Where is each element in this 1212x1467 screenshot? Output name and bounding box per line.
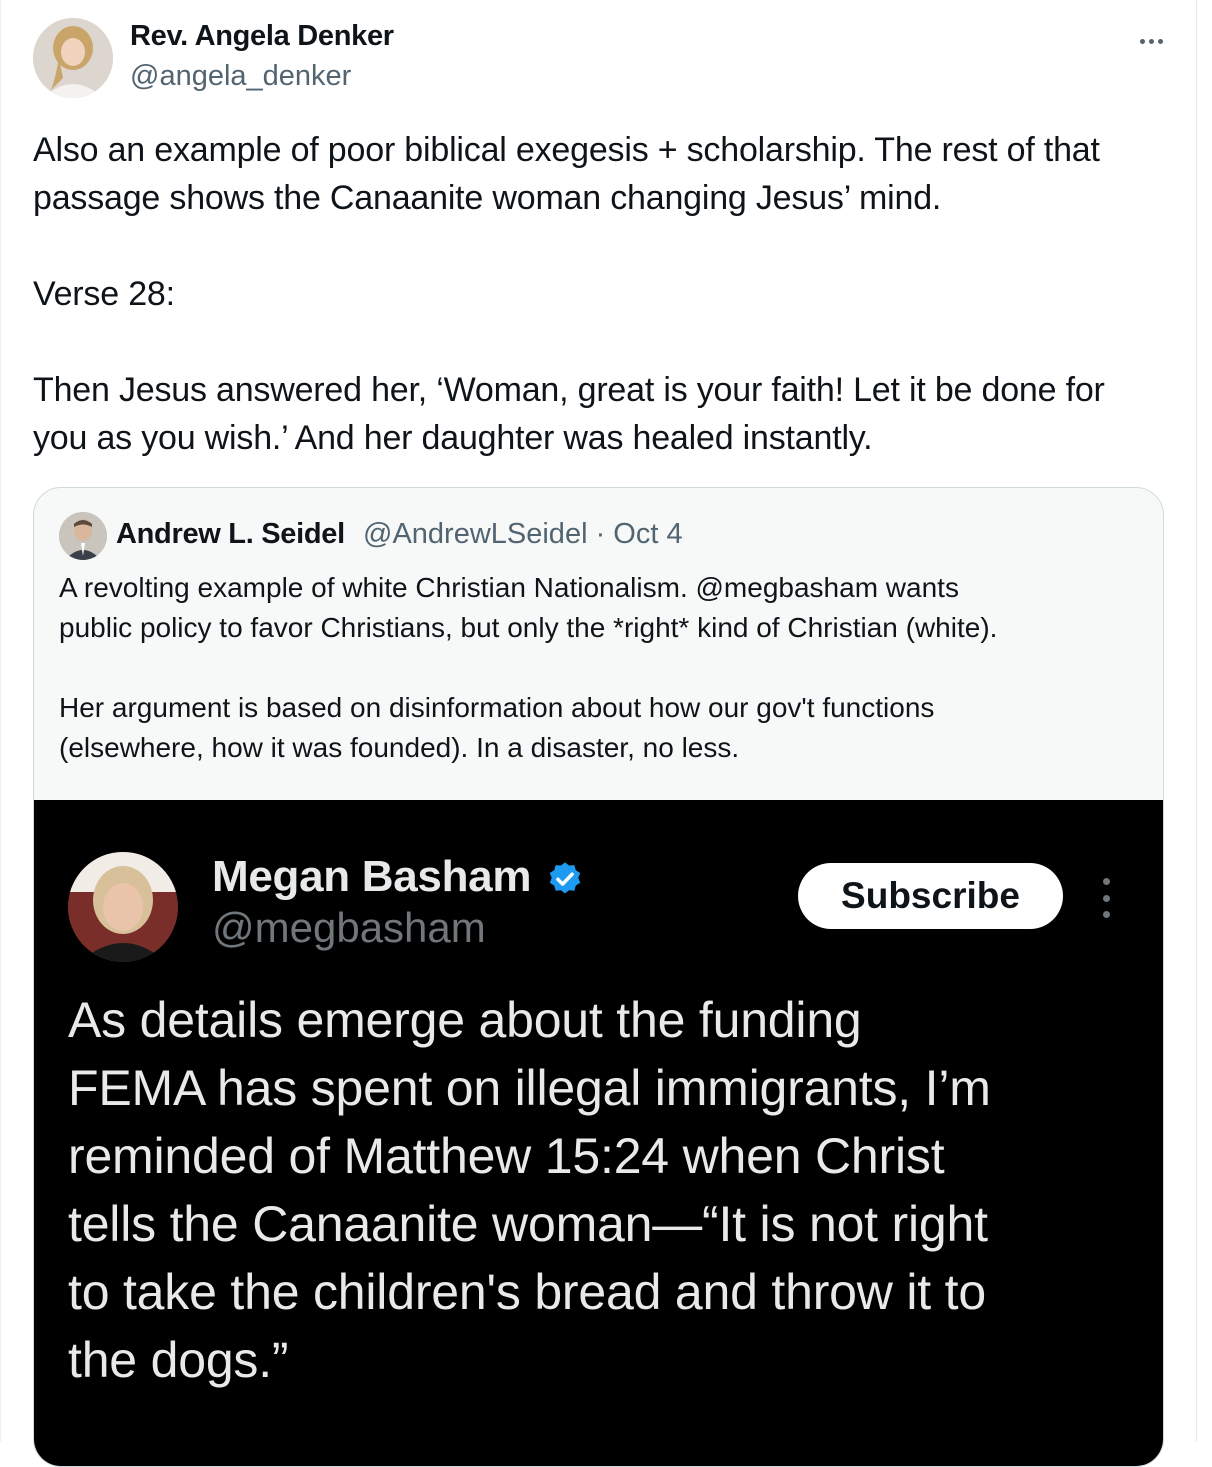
quote-author-name[interactable]: Andrew L. Seidel xyxy=(116,518,345,551)
dot xyxy=(1102,894,1110,902)
embedded-text-line: to take the children's bread and throw i… xyxy=(68,1264,986,1320)
dot xyxy=(1148,38,1154,44)
dot xyxy=(1139,38,1145,44)
author-handle[interactable]: @angela_denker xyxy=(130,60,351,93)
embedded-post-text: As details emerge about the funding FEMA… xyxy=(68,986,1128,1394)
embedded-text-line: the dogs.” xyxy=(68,1332,289,1388)
quote-author-meta: @AndrewLSeidel · Oct 4 xyxy=(363,518,683,550)
quote-author-avatar[interactable] xyxy=(59,512,107,560)
more-icon[interactable] xyxy=(1129,26,1173,56)
more-vertical-icon xyxy=(1096,878,1116,918)
quote-text-line: Her argument is based on disinformation … xyxy=(59,692,935,723)
embedded-screenshot[interactable]: Megan Basham @megbasham Subscribe As det… xyxy=(34,800,1163,1466)
post-text: Also an example of poor biblical exegesi… xyxy=(33,126,1173,462)
subscribe-button: Subscribe xyxy=(798,863,1063,929)
embedded-text-line: tells the Canaanite woman—“It is not rig… xyxy=(68,1196,988,1252)
dot xyxy=(1102,878,1110,885)
embedded-author-handle: @megbasham xyxy=(212,904,486,951)
quote-text-line: (elsewhere, how it was founded). In a di… xyxy=(59,732,740,763)
embedded-text-line: FEMA has spent on illegal immigrants, I’… xyxy=(68,1060,991,1116)
author-name[interactable]: Rev. Angela Denker xyxy=(130,20,394,53)
quote-header: Andrew L. Seidel @AndrewLSeidel · Oct 4 xyxy=(59,512,1139,562)
author-avatar[interactable] xyxy=(33,18,113,98)
embedded-text-line: As details emerge about the funding xyxy=(68,992,862,1048)
post-text-line: passage shows the Canaanite woman changi… xyxy=(33,179,942,217)
embedded-author-name: Megan Basham xyxy=(212,852,532,901)
verified-badge-icon xyxy=(549,862,581,894)
post-text-line: Also an example of poor biblical exegesi… xyxy=(33,131,1100,169)
embedded-author-avatar xyxy=(68,852,178,962)
post-text-line: Then Jesus answered her, ‘Woman, great i… xyxy=(33,371,1105,409)
quote-text-line: public policy to favor Christians, but o… xyxy=(59,612,998,643)
dot xyxy=(1157,38,1163,44)
post-header: Rev. Angela Denker @angela_denker xyxy=(33,18,1173,100)
quoted-post-card[interactable]: Andrew L. Seidel @AndrewLSeidel · Oct 4 … xyxy=(33,487,1164,1467)
quote-text-line: A revolting example of white Christian N… xyxy=(59,572,959,603)
quote-text: A revolting example of white Christian N… xyxy=(59,568,1139,768)
post-text-line: Verse 28: xyxy=(33,275,175,313)
embedded-text-line: reminded of Matthew 15:24 when Christ xyxy=(68,1128,945,1184)
dot xyxy=(1102,911,1110,918)
post-text-line: you as you wish.’ And her daughter was h… xyxy=(33,419,873,457)
